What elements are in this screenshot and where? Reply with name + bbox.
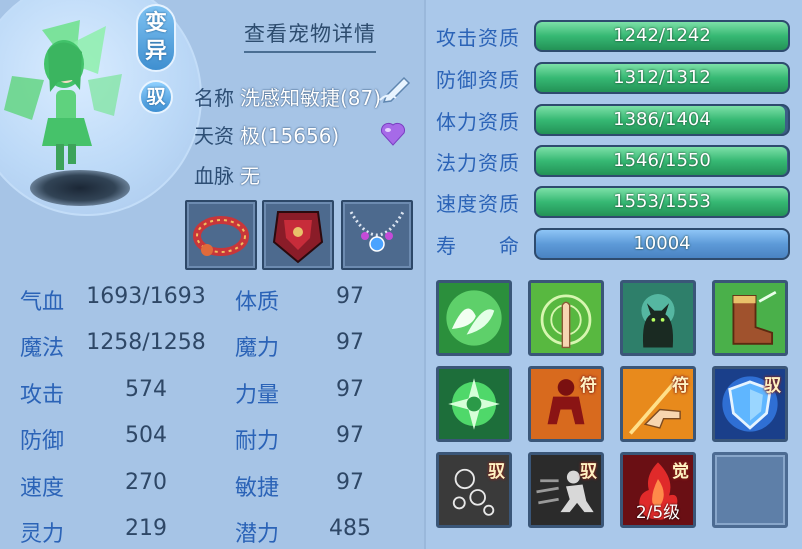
armor-equip-slot[interactable] (262, 200, 334, 270)
bloodline-value: 无 (240, 164, 260, 188)
aptitude-label: 速度资质 (436, 192, 520, 216)
bloodline-row: 血脉无 (194, 160, 260, 189)
aptitude-bar: 1386/1404 (534, 104, 790, 136)
rename-pen-icon[interactable] (378, 74, 412, 104)
attribute-label: 力量 (235, 383, 280, 408)
stat-value: 1258/1258 (86, 330, 206, 355)
stat-value: 219 (125, 516, 167, 541)
skill-slot[interactable] (528, 280, 604, 356)
boot-skill-icon (715, 283, 785, 353)
skill-level: 2/5级 (635, 503, 681, 523)
stat-value: 270 (125, 470, 167, 495)
attribute-value: 97 (336, 330, 364, 355)
skill-tag: 驭 (580, 462, 597, 482)
attribute-label: 潜力 (235, 522, 280, 547)
skill-slot[interactable] (436, 280, 512, 356)
aptitude-bar: 1553/1553 (534, 186, 790, 218)
name-label: 名称 (194, 86, 234, 110)
attribute-value: 97 (336, 377, 364, 402)
attribute-value: 97 (336, 470, 364, 495)
skill-slot[interactable] (436, 366, 512, 442)
stat-label: 气血 (20, 290, 65, 315)
aptitude-label: 体力资质 (436, 110, 520, 134)
panel-divider (424, 0, 426, 549)
view-pet-details-link[interactable]: 查看宠物详情 (244, 18, 376, 53)
aptitude-label: 攻击资质 (436, 26, 520, 50)
aptitude-value: 1546/1550 (613, 150, 711, 171)
aptitude-label: 法力资质 (436, 151, 520, 175)
attribute-label: 耐力 (235, 429, 280, 454)
skill-tag: 符 (672, 376, 689, 396)
aptitude-bar: 1312/1312 (534, 62, 790, 94)
skill-tag: 驭 (488, 462, 505, 482)
transform-badge: 变异 (136, 4, 176, 72)
collar-equip-slot[interactable] (185, 200, 257, 270)
skill-slot[interactable]: 觉 2/5级 (620, 452, 696, 528)
skill-slot[interactable] (712, 280, 788, 356)
aptitude-label: 防御资质 (436, 68, 520, 92)
skill-slot[interactable]: 驭 (712, 366, 788, 442)
skill-tag: 符 (580, 376, 597, 396)
skill-slot[interactable]: 驭 (436, 452, 512, 528)
cat-skill-icon (623, 283, 693, 353)
aptitude-bar: 1242/1242 (534, 20, 790, 52)
necklace-icon (349, 211, 405, 252)
armor-icon (272, 211, 324, 264)
green-orb-skill-icon (439, 369, 509, 439)
aptitude-value: 1312/1312 (613, 67, 711, 88)
aptitude-value: 1242/1242 (613, 25, 711, 46)
bloodline-label: 血脉 (194, 164, 234, 188)
skill-slot[interactable] (620, 280, 696, 356)
aptitude-bar: 10004 (534, 228, 790, 260)
name-row: 名称 洗感知敏捷(87) (194, 82, 381, 111)
attribute-value: 485 (329, 516, 371, 541)
wings-skill-icon (439, 283, 509, 353)
aptitude-value: 1553/1553 (613, 191, 711, 212)
aptitude-value: 1386/1404 (613, 109, 711, 130)
attribute-label: 魔力 (235, 336, 280, 361)
attribute-label: 敏捷 (235, 476, 280, 501)
necklace-equip-slot[interactable] (341, 200, 413, 270)
stat-label: 速度 (20, 476, 65, 501)
skill-slot[interactable]: 驭 (528, 452, 604, 528)
attribute-value: 97 (336, 423, 364, 448)
stat-label: 攻击 (20, 383, 65, 408)
skill-slot[interactable]: 符 (528, 366, 604, 442)
stat-label: 魔法 (20, 336, 65, 361)
skill-tag: 觉 (672, 462, 689, 482)
stat-value: 1693/1693 (86, 284, 206, 309)
attribute-value: 97 (336, 284, 364, 309)
aptitude-label: 寿 命 (436, 234, 520, 258)
aptitude-label: 天资 (194, 124, 234, 148)
name-value: 洗感知敏捷(87) (240, 86, 382, 110)
stat-value: 504 (125, 423, 167, 448)
stat-label: 防御 (20, 429, 65, 454)
empty-skill-slot[interactable] (712, 452, 788, 528)
ride-badge: 驭 (139, 80, 173, 114)
stat-value: 574 (125, 377, 167, 402)
aptitude-value: 极(15656) (240, 124, 340, 148)
finger-point-skill-icon (531, 283, 601, 353)
collar-icon (193, 216, 249, 256)
skill-tag: 驭 (764, 376, 781, 396)
heart-icon[interactable] (379, 120, 407, 146)
pet-sprite (4, 20, 122, 170)
aptitude-row: 天资 极(15656) (194, 120, 339, 149)
skill-slot[interactable]: 符 (620, 366, 696, 442)
attribute-label: 体质 (235, 290, 280, 315)
stat-label: 灵力 (20, 522, 65, 547)
aptitude-value: 10004 (633, 233, 691, 254)
aptitude-bar: 1546/1550 (534, 145, 790, 177)
